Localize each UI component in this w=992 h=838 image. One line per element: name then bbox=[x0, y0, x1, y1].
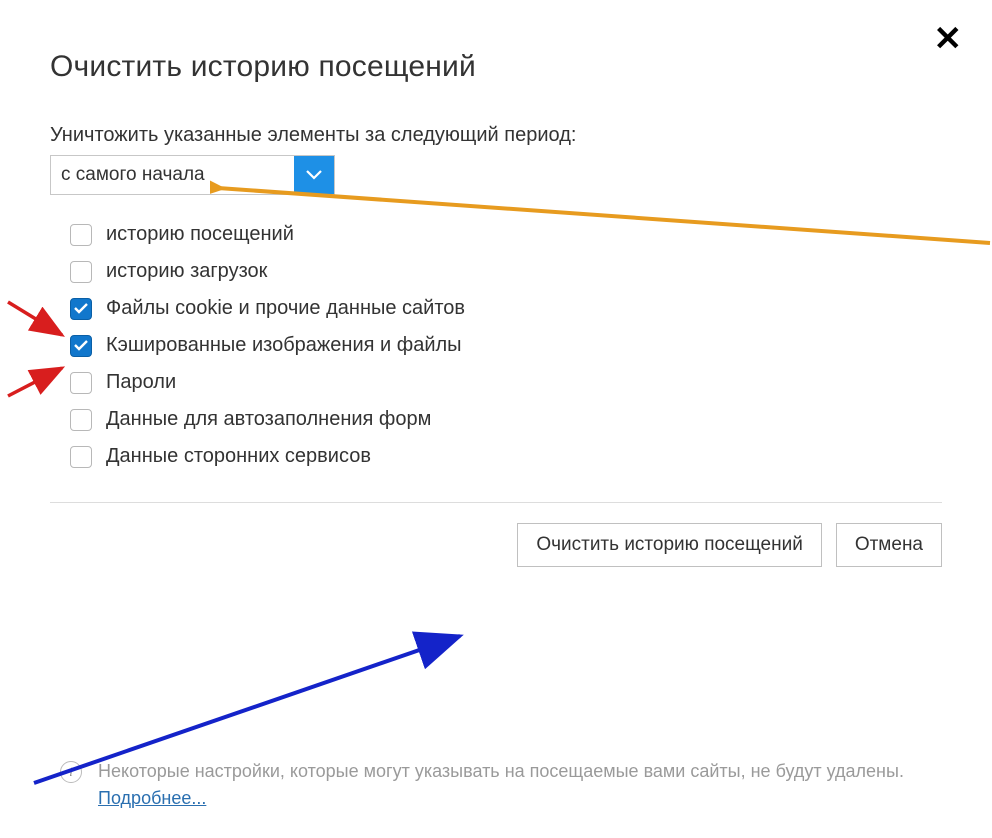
checkbox[interactable] bbox=[70, 261, 92, 283]
cancel-button[interactable]: Отмена bbox=[836, 523, 942, 567]
checkbox[interactable] bbox=[70, 409, 92, 431]
option-third-party: Данные сторонних сервисов bbox=[70, 445, 942, 468]
chevron-down-icon bbox=[294, 156, 334, 194]
period-label: Уничтожить указанные элементы за следующ… bbox=[50, 124, 942, 147]
footer-text-container: Некоторые настройки, которые могут указы… bbox=[98, 758, 932, 812]
action-buttons: Очистить историю посещений Отмена bbox=[50, 523, 942, 567]
dialog-title: Очистить историю посещений bbox=[50, 50, 942, 84]
clear-history-dialog: ✕ Очистить историю посещений Уничтожить … bbox=[0, 0, 992, 838]
option-download-history: историю загрузок bbox=[70, 260, 942, 283]
option-autofill: Данные для автозаполнения форм bbox=[70, 408, 942, 431]
clear-button[interactable]: Очистить историю посещений bbox=[517, 523, 822, 567]
option-label: историю загрузок bbox=[106, 260, 267, 283]
checkbox[interactable] bbox=[70, 372, 92, 394]
option-passwords: Пароли bbox=[70, 371, 942, 394]
checkbox[interactable] bbox=[70, 224, 92, 246]
option-label: историю посещений bbox=[106, 223, 294, 246]
info-icon: i bbox=[60, 761, 82, 783]
option-label: Данные для автозаполнения форм bbox=[106, 408, 431, 431]
footer-note: i Некоторые настройки, которые могут ука… bbox=[60, 758, 932, 812]
divider bbox=[50, 502, 942, 503]
options-list: историю посещений историю загрузок Файлы… bbox=[70, 223, 942, 468]
checkbox[interactable] bbox=[70, 446, 92, 468]
checkbox[interactable] bbox=[70, 298, 92, 320]
option-label: Файлы cookie и прочие данные сайтов bbox=[106, 297, 465, 320]
close-button[interactable]: ✕ bbox=[934, 22, 963, 56]
option-label: Кэшированные изображения и файлы bbox=[106, 334, 462, 357]
option-label: Пароли bbox=[106, 371, 176, 394]
option-label: Данные сторонних сервисов bbox=[106, 445, 371, 468]
option-browsing-history: историю посещений bbox=[70, 223, 942, 246]
period-select[interactable]: с самого начала bbox=[50, 155, 335, 195]
footer-text: Некоторые настройки, которые могут указы… bbox=[98, 761, 904, 781]
period-select-value: с самого начала bbox=[51, 156, 294, 194]
checkbox[interactable] bbox=[70, 335, 92, 357]
close-icon: ✕ bbox=[934, 20, 963, 58]
learn-more-link[interactable]: Подробнее... bbox=[98, 788, 206, 808]
option-cached-images: Кэшированные изображения и файлы bbox=[70, 334, 942, 357]
option-cookies: Файлы cookie и прочие данные сайтов bbox=[70, 297, 942, 320]
